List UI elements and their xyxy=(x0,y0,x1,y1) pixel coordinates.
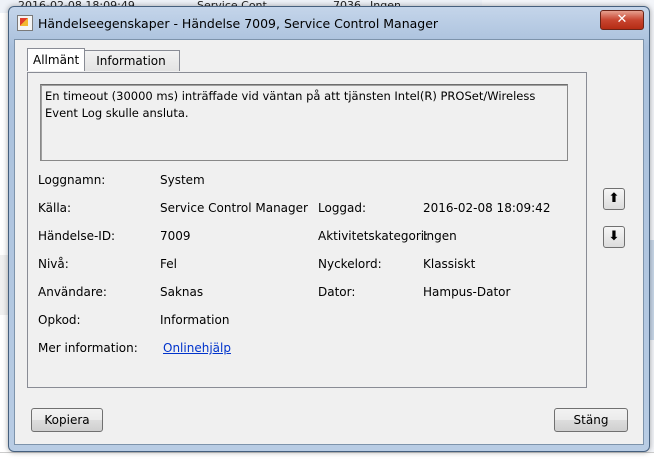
dialog-client-area: Allmänt Information En timeout (30000 ms… xyxy=(14,39,644,445)
computer-value[interactable]: Hampus-Dator xyxy=(423,285,510,299)
task-category-label: Aktivitetskategori: xyxy=(318,229,429,243)
level-value[interactable]: Fel xyxy=(160,257,177,271)
event-description[interactable]: En timeout (30000 ms) inträffade vid vän… xyxy=(40,84,568,161)
title-bar[interactable]: Händelseegenskaper - Händelse 7009, Serv… xyxy=(9,7,649,35)
general-tab-panel: En timeout (30000 ms) inträffade vid vän… xyxy=(27,72,587,388)
source-value[interactable]: Service Control Manager xyxy=(160,201,308,215)
tab-general[interactable]: Allmänt xyxy=(27,48,85,71)
level-label: Nivå: xyxy=(38,257,69,271)
computer-label: Dator: xyxy=(318,285,356,299)
logged-label: Loggad: xyxy=(318,201,367,215)
more-info-label: Mer information: xyxy=(38,341,138,355)
keywords-value[interactable]: Klassiskt xyxy=(423,257,475,271)
event-properties-dialog: Händelseegenskaper - Händelse 7009, Serv… xyxy=(8,6,650,452)
logged-value[interactable]: 2016-02-08 18:09:42 xyxy=(423,201,550,215)
user-label: Användare: xyxy=(38,285,107,299)
event-viewer-icon xyxy=(17,15,33,31)
event-id-value[interactable]: 7009 xyxy=(160,229,191,243)
next-event-button[interactable]: ⬇ xyxy=(603,226,625,248)
logname-label: Loggnamn: xyxy=(38,173,106,187)
online-help-link[interactable]: Onlinehjälp xyxy=(163,341,231,355)
close-button[interactable]: Stäng xyxy=(554,408,628,432)
window-title: Händelseegenskaper - Händelse 7009, Serv… xyxy=(38,16,439,31)
opcode-value[interactable]: Information xyxy=(160,313,229,327)
previous-event-button[interactable]: ⬆ xyxy=(603,188,625,210)
task-category-value[interactable]: Ingen xyxy=(423,229,457,243)
copy-button[interactable]: Kopiera xyxy=(31,408,103,432)
opcode-label: Opkod: xyxy=(38,313,81,327)
user-value[interactable]: Saknas xyxy=(160,285,203,299)
source-label: Källa: xyxy=(38,201,72,215)
close-window-button[interactable]: ✕ xyxy=(600,10,644,30)
keywords-label: Nyckelord: xyxy=(318,257,382,271)
tab-details[interactable]: Information xyxy=(82,50,180,71)
arrow-up-icon: ⬆ xyxy=(608,191,620,206)
arrow-down-icon: ⬇ xyxy=(608,229,620,244)
event-id-label: Händelse-ID: xyxy=(38,229,116,243)
logname-value[interactable]: System xyxy=(160,173,205,187)
